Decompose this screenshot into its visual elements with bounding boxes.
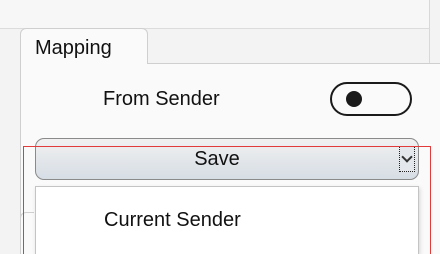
chevron-down-icon[interactable] [399, 146, 415, 172]
select-value: Save [194, 148, 240, 170]
dropdown-list: Current Sender [35, 186, 419, 254]
from-sender-toggle[interactable] [330, 82, 412, 116]
lower-tab-edge [20, 212, 34, 254]
top-panel [0, 0, 430, 29]
option-current-sender[interactable]: Current Sender [104, 209, 241, 232]
from-sender-label: From Sender [103, 88, 220, 110]
toggle-knob [346, 91, 362, 107]
action-select[interactable]: Save [35, 138, 419, 180]
tab-mapping-label: Mapping [35, 37, 112, 59]
tab-mapping[interactable]: Mapping [20, 28, 148, 64]
